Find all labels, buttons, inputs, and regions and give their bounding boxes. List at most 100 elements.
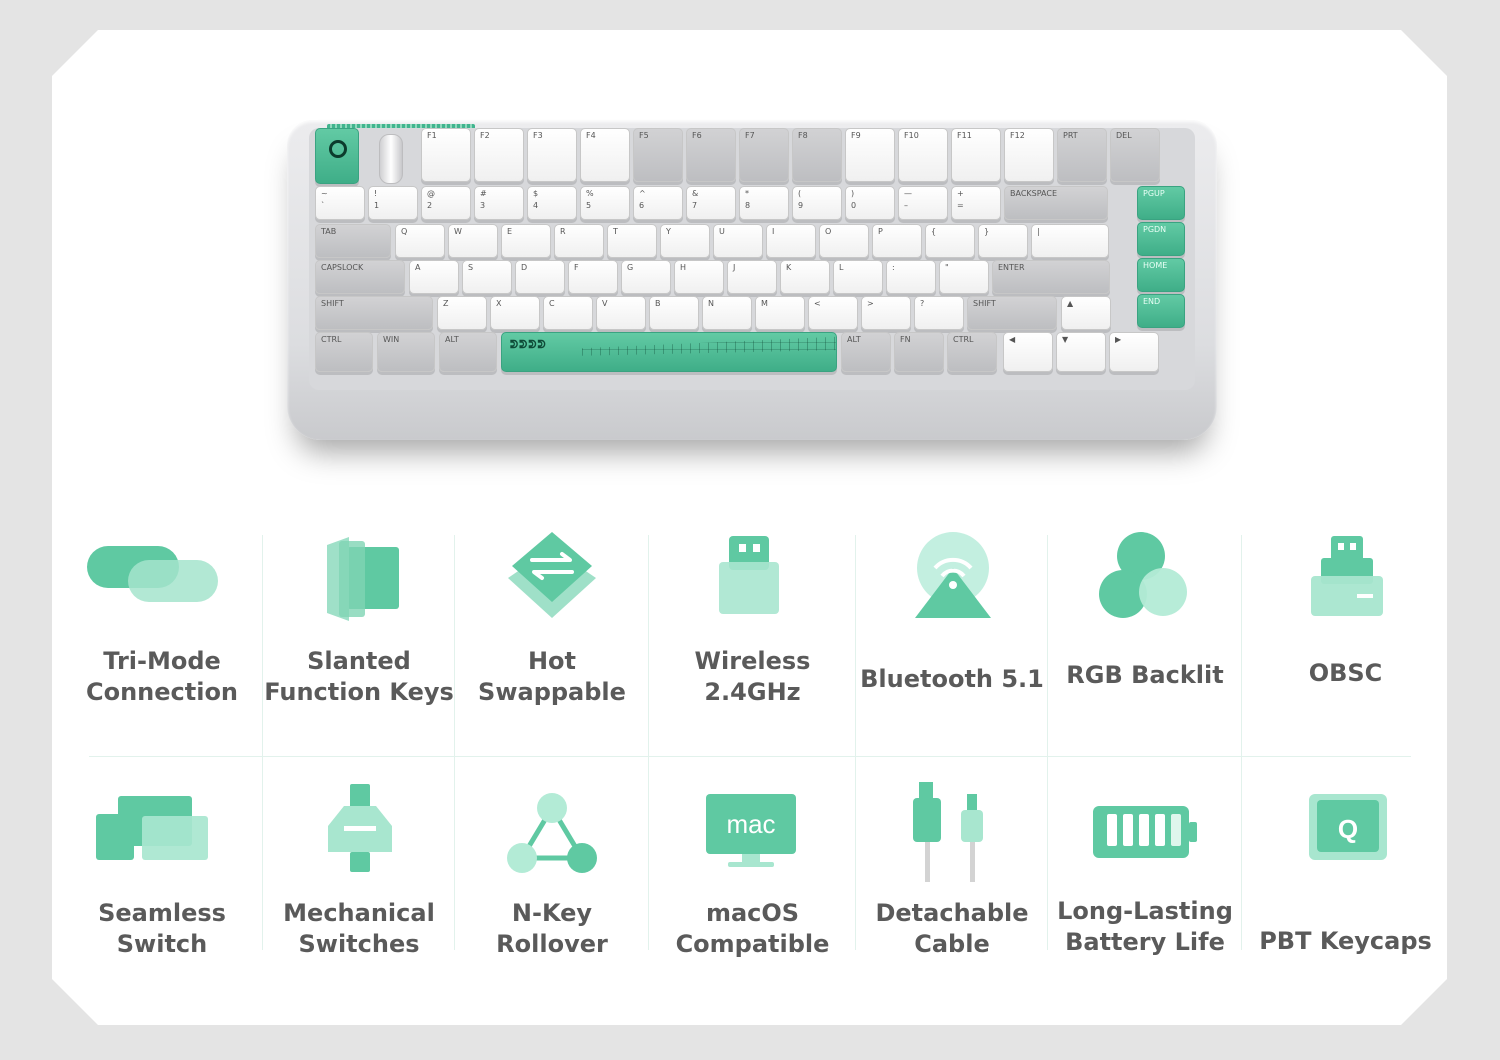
feature-obsc: OBSC — [1243, 528, 1447, 689]
usb-dongle-icon — [719, 536, 779, 614]
key-number: — – — [898, 186, 948, 220]
feature-bluetooth: Bluetooth 5.1 — [857, 528, 1047, 695]
keycap-letter: Q — [1338, 814, 1358, 844]
key-pgdn: PGDN — [1137, 222, 1185, 256]
feature-label: Tri-Mode Connection — [85, 647, 239, 706]
key-sublegend: 1 — [374, 201, 380, 210]
key-arrow-down: ▼ — [1056, 332, 1106, 372]
keyboard-plate: F1 F2 F3 F4 F5 F6 F7 F8 F9 F10 F11 F12 PRT DEL ~ `! 1 @2 #… — [309, 128, 1195, 390]
key-letter: E — [501, 224, 551, 258]
key-letter: " — [939, 260, 989, 294]
key-shift-left: SHIFT — [315, 296, 433, 330]
row-divider — [89, 756, 1411, 757]
key-f12: F12 — [1004, 128, 1054, 182]
key-letter: ? — [914, 296, 964, 330]
spacebar-pattern — [582, 336, 836, 356]
keycap-icon: Q — [1309, 794, 1387, 860]
key-letter: : — [886, 260, 936, 294]
key-letter: W — [448, 224, 498, 258]
key-f7: F7 — [739, 128, 789, 182]
battery-icon — [1093, 806, 1197, 858]
feature-wireless: Wireless 2.4GHz — [650, 528, 855, 708]
key-letter: Z — [437, 296, 487, 330]
key-home: HOME — [1137, 258, 1185, 292]
key-del: DEL — [1110, 128, 1160, 182]
feature-label: Bluetooth 5.1 — [860, 665, 1044, 693]
feature-slanted-keys: Slanted Function Keys — [264, 528, 454, 708]
knob-key — [315, 128, 359, 184]
feature-battery: Long-Lasting Battery Life — [1049, 782, 1241, 958]
slanted-keys-icon — [327, 537, 399, 621]
feature-cable: Detachable Cable — [857, 782, 1047, 960]
key-number: & 7 — [686, 186, 736, 220]
key-letter: A — [409, 260, 459, 294]
feature-label: RGB Backlit — [1066, 661, 1224, 689]
key-letter: { — [925, 224, 975, 258]
key-sublegend: 2 — [427, 201, 433, 210]
switch-icon — [328, 784, 392, 872]
key-number: @2 — [421, 186, 471, 220]
mac-badge-text: mac — [726, 809, 775, 839]
key-f8: F8 — [792, 128, 842, 182]
nodes-icon — [507, 793, 597, 873]
obsc-dongle-icon — [1311, 536, 1383, 616]
key-letter: S — [462, 260, 512, 294]
key-pgup: PGUP — [1137, 186, 1185, 220]
feature-label: PBT Keycaps — [1259, 927, 1432, 955]
key-alt-right: ALT — [841, 332, 891, 372]
key-number: * 8 — [739, 186, 789, 220]
mac-monitor-icon: mac — [706, 794, 796, 867]
key-capslock: CAPSLOCK — [315, 260, 405, 294]
key-letter: F — [568, 260, 618, 294]
key-enter: ENTER — [992, 260, 1110, 294]
key-letter: B — [649, 296, 699, 330]
key-sublegend: 3 — [480, 201, 486, 210]
key-letter: O — [819, 224, 869, 258]
column-divider — [1241, 535, 1242, 950]
volume-knob — [379, 134, 403, 184]
key-letter: J — [727, 260, 777, 294]
feature-macos: mac macOS Compatible — [650, 782, 855, 960]
feature-label: macOS Compatible — [675, 899, 830, 958]
key-letter: | — [1031, 224, 1109, 258]
key-letter: U — [713, 224, 763, 258]
feature-label: Mechanical Switches — [283, 899, 435, 958]
key-number: ) 0 — [845, 186, 895, 220]
key-fn: FN — [894, 332, 944, 372]
key-prt: PRT — [1057, 128, 1107, 182]
feature-label: Long-Lasting Battery Life — [1057, 897, 1233, 956]
key-ctrl-right: CTRL — [947, 332, 997, 372]
toggle-icon — [87, 546, 218, 602]
feature-hot-swappable: Hot Swappable — [456, 528, 648, 708]
key-letter: Y — [660, 224, 710, 258]
feature-pbt-keycaps: Q PBT Keycaps — [1243, 782, 1447, 957]
key-letter: G — [621, 260, 671, 294]
column-divider — [648, 535, 649, 950]
key-f3: F3 — [527, 128, 577, 182]
key-backspace: BACKSPACE — [1004, 186, 1108, 220]
product-card: F1 F2 F3 F4 F5 F6 F7 F8 F9 F10 F11 F12 PRT DEL ~ `! 1 @2 #… — [52, 30, 1447, 1025]
key-number: ^ 6 — [633, 186, 683, 220]
key-arrow-up: ▲ — [1061, 296, 1111, 330]
column-divider — [262, 535, 263, 950]
key-sublegend: 8 — [745, 201, 751, 210]
key-arrow-right: ▶ — [1109, 332, 1159, 372]
feature-seamless-switch: Seamless Switch — [62, 782, 262, 960]
key-arrow-left: ◀ — [1003, 332, 1053, 372]
key-win: WIN — [377, 332, 435, 372]
feature-rgb: RGB Backlit — [1049, 528, 1241, 691]
key-shift-right: SHIFT — [967, 296, 1057, 330]
key-number: ! 1 — [368, 186, 418, 220]
feature-tri-mode: Tri-Mode Connection — [62, 528, 262, 708]
key-number: #3 — [474, 186, 524, 220]
key-f4: F4 — [580, 128, 630, 182]
devices-icon — [96, 796, 208, 860]
key-f6: F6 — [686, 128, 736, 182]
key-tab: TAB — [315, 224, 391, 258]
key-letter: T — [607, 224, 657, 258]
key-f11: F11 — [951, 128, 1001, 182]
key-end: END — [1137, 294, 1185, 328]
key-f1: F1 — [421, 128, 471, 182]
key-alt-left: ALT — [439, 332, 497, 372]
feature-label: Wireless 2.4GHz — [694, 647, 811, 706]
